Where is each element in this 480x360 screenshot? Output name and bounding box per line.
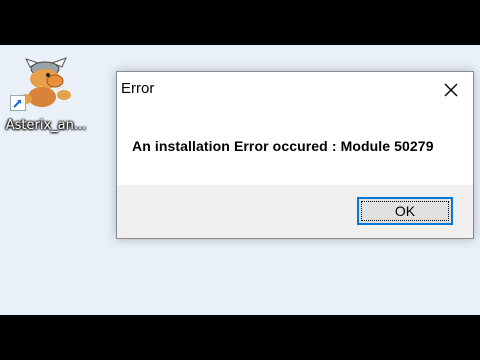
letterbox-bottom (0, 315, 480, 360)
error-dialog: Error An installation Error occured : Mo… (116, 71, 474, 239)
title-bar[interactable]: Error (117, 72, 473, 108)
dialog-title: Error (121, 80, 155, 97)
shortcut-arrow-icon (10, 95, 26, 111)
close-icon (444, 83, 458, 97)
error-message: An installation Error occured : Module 5… (132, 138, 434, 154)
desktop-shortcut[interactable]: Asterix_an... (0, 53, 92, 137)
ok-button[interactable]: OK (357, 197, 453, 225)
desktop-icon-label: Asterix_an... (5, 118, 87, 133)
close-button[interactable] (433, 75, 469, 105)
dialog-button-area: OK (117, 185, 473, 238)
desktop: Asterix_an... Error An installation Erro… (0, 45, 480, 315)
letterbox-top (0, 0, 480, 45)
focus-ring (361, 201, 449, 221)
